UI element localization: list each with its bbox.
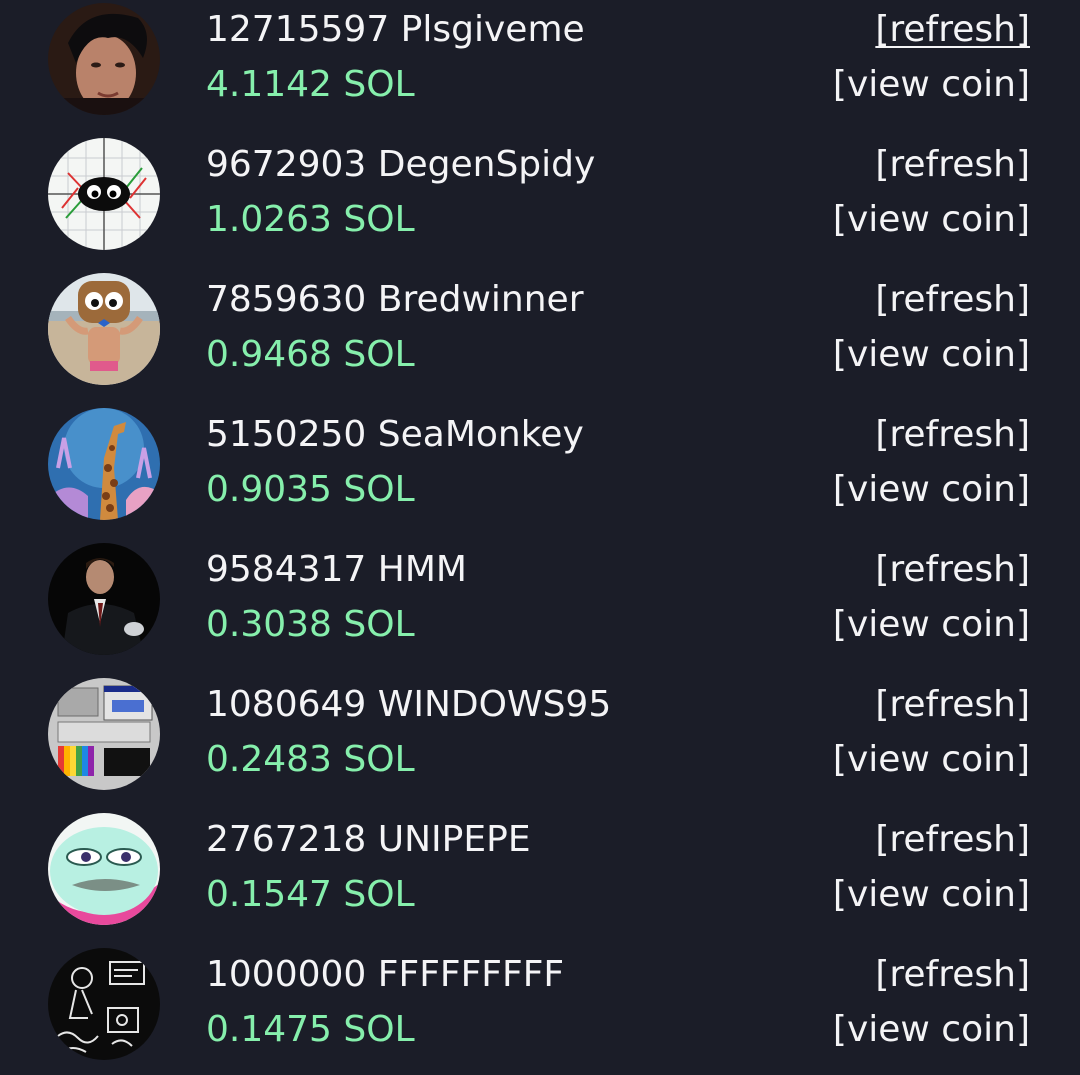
holding-row: 12715597 Plsgiveme 4.1142 SOL [refresh] … xyxy=(0,0,1080,135)
windows95-avatar-icon xyxy=(48,678,160,790)
coin-amount: 0.2483 SOL xyxy=(206,739,415,780)
coin-amount: 0.9035 SOL xyxy=(206,469,415,510)
refresh-link[interactable]: [refresh] xyxy=(875,143,1030,187)
sea-giraffe-avatar-icon xyxy=(48,408,160,520)
holding-row: 9672903 DegenSpidy 1.0263 SOL [refresh] … xyxy=(0,135,1080,270)
spider-chart-avatar-icon xyxy=(48,138,160,250)
holding-row: 2767218 UNIPEPE 0.1547 SOL [refresh] [vi… xyxy=(0,810,1080,945)
coin-name: 9672903 DegenSpidy xyxy=(206,144,596,185)
coin-holdings-list: 12715597 Plsgiveme 4.1142 SOL [refresh] … xyxy=(0,0,1080,1075)
refresh-link[interactable]: [refresh] xyxy=(875,8,1030,52)
view-coin-link[interactable]: [view coin] xyxy=(833,1008,1030,1052)
refresh-link[interactable]: [refresh] xyxy=(875,278,1030,322)
refresh-link[interactable]: [refresh] xyxy=(875,413,1030,457)
view-coin-link[interactable]: [view coin] xyxy=(833,468,1030,512)
portrait-avatar-icon xyxy=(48,3,160,115)
coin-name: 9584317 HMM xyxy=(206,549,467,590)
coin-name: 1080649 WINDOWS95 xyxy=(206,684,612,725)
coin-name: 7859630 Bredwinner xyxy=(206,279,584,320)
coin-amount: 0.1547 SOL xyxy=(206,874,415,915)
coin-name: 12715597 Plsgiveme xyxy=(206,9,585,50)
coin-amount: 1.0263 SOL xyxy=(206,199,415,240)
coin-name: 1000000 FFFFFFFFF xyxy=(206,954,565,995)
refresh-link[interactable]: [refresh] xyxy=(875,953,1030,997)
view-coin-link[interactable]: [view coin] xyxy=(833,603,1030,647)
coin-amount: 4.1142 SOL xyxy=(206,64,415,105)
holding-row: 7859630 Bredwinner 0.9468 SOL [refresh] … xyxy=(0,270,1080,405)
coin-amount: 0.3038 SOL xyxy=(206,604,415,645)
holding-row: 5150250 SeaMonkey 0.9035 SOL [refresh] [… xyxy=(0,405,1080,540)
refresh-link[interactable]: [refresh] xyxy=(875,683,1030,727)
coin-amount: 0.9468 SOL xyxy=(206,334,415,375)
coin-amount: 0.1475 SOL xyxy=(206,1009,415,1050)
view-coin-link[interactable]: [view coin] xyxy=(833,63,1030,107)
view-coin-link[interactable]: [view coin] xyxy=(833,198,1030,242)
view-coin-link[interactable]: [view coin] xyxy=(833,738,1030,782)
refresh-link[interactable]: [refresh] xyxy=(875,818,1030,862)
holding-row: 1000000 FFFFFFFFF 0.1475 SOL [refresh] [… xyxy=(0,945,1080,1075)
view-coin-link[interactable]: [view coin] xyxy=(833,333,1030,377)
holding-row: 1080649 WINDOWS95 0.2483 SOL [refresh] [… xyxy=(0,675,1080,810)
view-coin-link[interactable]: [view coin] xyxy=(833,873,1030,917)
coin-name: 2767218 UNIPEPE xyxy=(206,819,531,860)
bread-avatar-icon xyxy=(48,273,160,385)
coin-name: 5150250 SeaMonkey xyxy=(206,414,584,455)
holding-row: 9584317 HMM 0.3038 SOL [refresh] [view c… xyxy=(0,540,1080,675)
pepe-avatar-icon xyxy=(48,813,160,925)
suited-man-avatar-icon xyxy=(48,543,160,655)
refresh-link[interactable]: [refresh] xyxy=(875,548,1030,592)
sketch-avatar-icon xyxy=(48,948,160,1060)
